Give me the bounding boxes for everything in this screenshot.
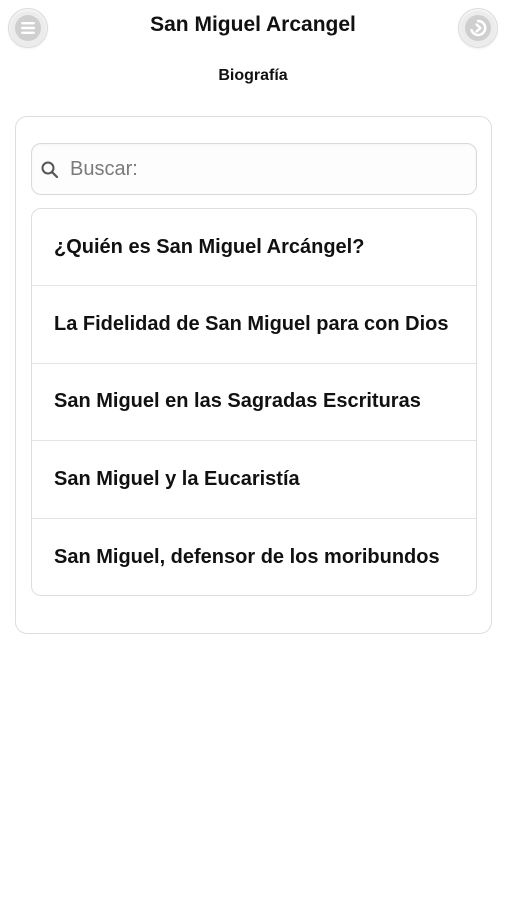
page-subtitle: Biografía	[218, 67, 288, 84]
menu-icon	[15, 15, 41, 41]
page-title: San Miguel Arcangel	[150, 13, 356, 36]
list-item-label: ¿Quién es San Miguel Arcángel?	[54, 235, 365, 258]
list-item[interactable]: La Fidelidad de San Miguel para con Dios	[32, 286, 476, 364]
list-item-label: La Fidelidad de San Miguel para con Dios	[54, 313, 449, 336]
menu-button[interactable]	[8, 8, 48, 48]
list-item-label: San Miguel, defensor de los moribundos	[54, 545, 440, 568]
list-item-label: San Miguel en las Sagradas Escrituras	[54, 390, 421, 413]
back-arrow-icon	[465, 15, 491, 41]
list-item[interactable]: San Miguel, defensor de los moribundos	[32, 519, 476, 595]
header-bar: San Miguel Arcangel Biografía	[0, 0, 506, 110]
list-item[interactable]: ¿Quién es San Miguel Arcángel?	[32, 209, 476, 287]
list-item[interactable]: San Miguel y la Eucaristía	[32, 441, 476, 519]
back-button[interactable]	[458, 8, 498, 48]
search-box[interactable]	[31, 143, 477, 195]
search-input[interactable]	[70, 150, 466, 188]
topic-list: ¿Quién es San Miguel Arcángel? La Fideli…	[31, 208, 477, 596]
list-item[interactable]: San Miguel en las Sagradas Escrituras	[32, 364, 476, 442]
search-icon	[40, 160, 60, 180]
list-item-label: San Miguel y la Eucaristía	[54, 467, 300, 490]
